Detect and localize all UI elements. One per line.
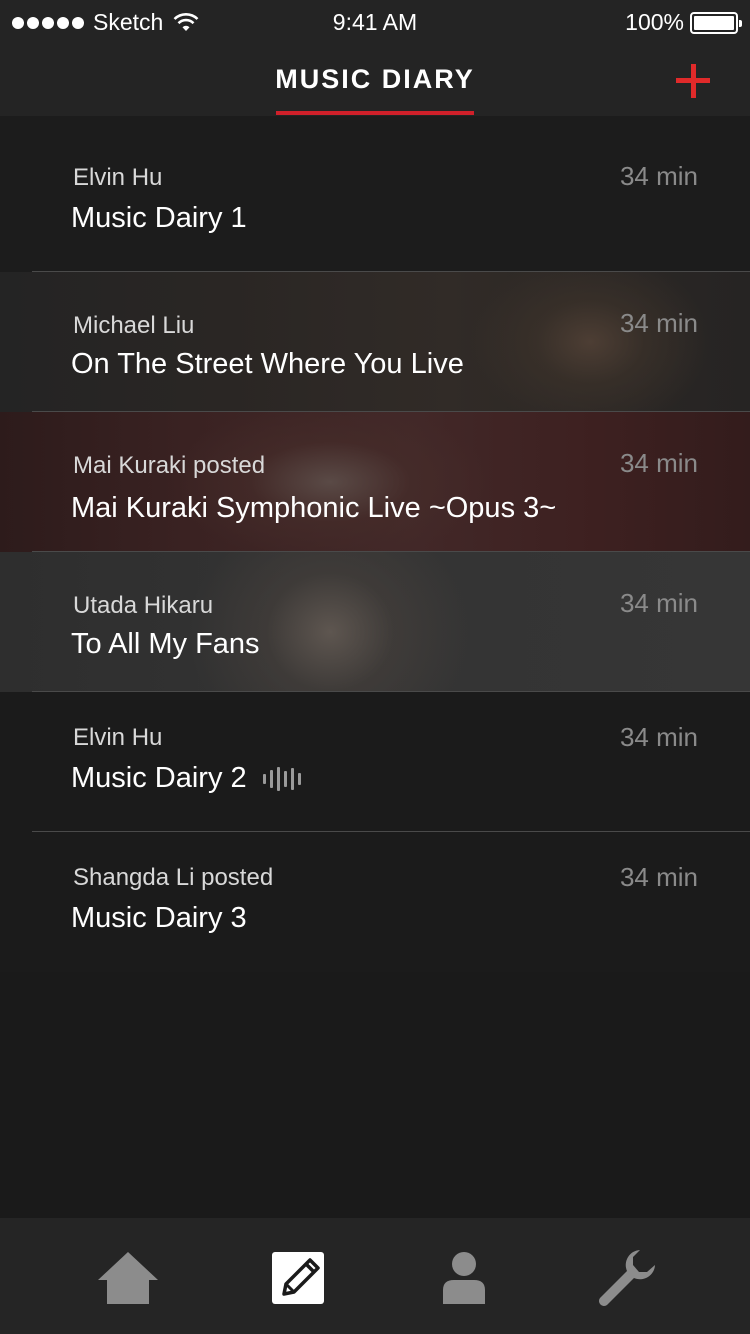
entry-time: 34 min — [619, 862, 698, 892]
entry-time: 34 min — [619, 161, 698, 191]
status-right: 100% — [625, 9, 742, 36]
list-item[interactable]: Utada Hikaru To All My Fans 34 min — [0, 552, 750, 692]
entry-author: Shangda Li posted — [73, 864, 274, 891]
entry-author: Michael Liu — [73, 312, 195, 339]
entry-background-image — [0, 412, 750, 552]
tab-diary[interactable] — [266, 1246, 330, 1310]
battery-icon — [690, 11, 742, 34]
entry-title: Music Dairy 3 — [71, 902, 247, 934]
entry-author: Utada Hikaru — [73, 592, 214, 619]
list-item[interactable]: Shangda Li posted Music Dairy 3 34 min — [0, 832, 750, 972]
profile-icon — [443, 1252, 485, 1304]
entry-time: 34 min — [619, 448, 698, 478]
wrench-settings-icon — [599, 1250, 655, 1306]
entry-title: Mai Kuraki Symphonic Live ~Opus 3~ — [71, 492, 557, 524]
tab-home[interactable] — [96, 1246, 160, 1310]
home-icon — [98, 1252, 158, 1304]
entry-author: Elvin Hu — [73, 724, 163, 751]
battery-percent: 100% — [625, 9, 684, 35]
entry-time: 34 min — [619, 722, 698, 752]
music-diary-screen: Sketch 9:41 AM 100% MUSIC DIARY Elvin Hu — [0, 0, 750, 1334]
diary-list: Elvin Hu Music Dairy 1 34 min Michael Li… — [0, 116, 750, 972]
tab-settings[interactable] — [594, 1246, 658, 1310]
edit-diary-icon — [272, 1252, 324, 1304]
top-bar: Sketch 9:41 AM 100% MUSIC DIARY — [0, 0, 750, 116]
entry-author: Mai Kuraki posted — [73, 452, 266, 479]
entry-background-image — [0, 272, 750, 412]
list-item[interactable]: Mai Kuraki posted Mai Kuraki Symphonic L… — [0, 412, 750, 552]
title-underline — [276, 111, 474, 115]
tab-profile[interactable] — [432, 1246, 496, 1310]
entry-author: Elvin Hu — [73, 164, 163, 191]
entry-title: To All My Fans — [71, 628, 260, 660]
entry-title: Music Dairy 2 — [71, 762, 301, 795]
page-title: MUSIC DIARY — [275, 64, 475, 94]
entry-background-image — [0, 552, 750, 692]
entry-title: On The Street Where You Live — [71, 348, 464, 380]
add-entry-button[interactable] — [674, 60, 716, 102]
entry-time: 34 min — [619, 588, 698, 618]
status-bar: Sketch 9:41 AM 100% — [0, 0, 750, 44]
list-item[interactable]: Elvin Hu Music Dairy 1 34 min — [0, 116, 750, 272]
entry-title: Music Dairy 1 — [71, 202, 247, 234]
list-item[interactable]: Michael Liu On The Street Where You Live… — [0, 272, 750, 412]
entry-time: 34 min — [619, 308, 698, 338]
list-item[interactable]: Elvin Hu Music Dairy 2 34 min — [0, 692, 750, 832]
tab-bar — [0, 1218, 750, 1334]
audio-waveform-icon — [262, 766, 301, 791]
